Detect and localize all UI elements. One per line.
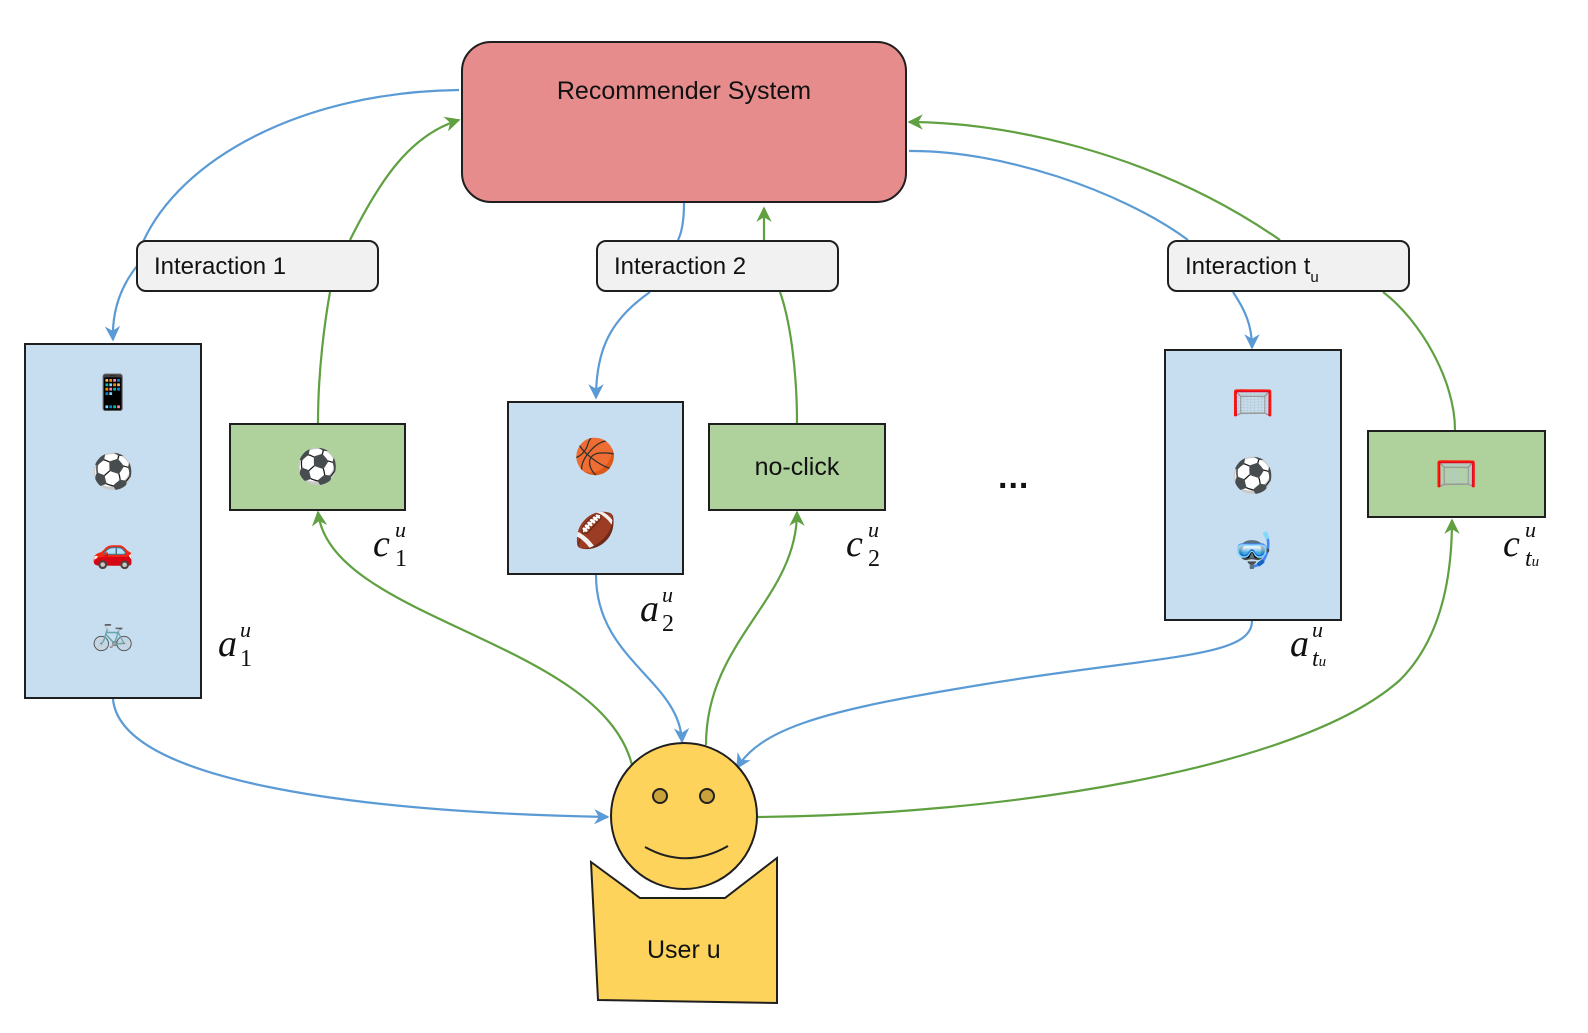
- user-label: User u: [647, 936, 721, 964]
- click-c1-label: cu1: [373, 517, 407, 572]
- american-football-icon: 🏈: [574, 511, 617, 551]
- recommend-arrow-1: [113, 88, 460, 340]
- slate-to-user-tu: [736, 620, 1254, 770]
- slate-to-user-1: [111, 698, 610, 825]
- click-ctu-label: c u tu: [1503, 517, 1540, 572]
- goal-net-icon: 🥅: [1435, 454, 1478, 494]
- click-c1: ⚽: [229, 423, 406, 511]
- interaction-1-label: Interaction 1: [136, 240, 379, 292]
- interaction-1-text: Interaction 1: [154, 253, 287, 280]
- recommender-system-box: Recommender System: [461, 41, 907, 203]
- interaction-tu-subscript: u: [1310, 269, 1319, 286]
- no-click-text: no-click: [754, 452, 840, 481]
- basketball-icon: 🏀: [574, 437, 617, 477]
- slate-atu-label: a u tu: [1290, 617, 1327, 672]
- interaction-tu-label: Interaction tu: [1167, 240, 1410, 292]
- click-ctu: 🥅: [1367, 430, 1546, 518]
- click-c2-label: cu2: [846, 517, 880, 572]
- click-c2: no-click: [708, 423, 886, 511]
- interaction-2-label: Interaction 2: [596, 240, 839, 292]
- goal-net-icon: 🥅: [1231, 383, 1275, 423]
- user-eye-right: [699, 788, 715, 804]
- user-to-click-2: [704, 510, 805, 746]
- recommend-arrow-2: [596, 202, 686, 398]
- slate-a2-label: au2: [640, 582, 674, 637]
- ellipsis: ...: [998, 458, 1030, 496]
- slate-atu: 🥅 ⚽ 🤿: [1164, 349, 1342, 621]
- soccer-ball-icon: ⚽: [296, 447, 339, 487]
- soccer-ball-icon: ⚽: [1231, 456, 1275, 496]
- user-eye-left: [652, 788, 668, 804]
- slate-a1-label: au1: [218, 617, 252, 672]
- soccer-ball-icon: ⚽: [91, 452, 135, 492]
- feedback-arrow-2b: [778, 291, 799, 424]
- slate-a1: 📱 ⚽ 🚗 🚲: [24, 343, 202, 699]
- interaction-2-text: Interaction 2: [614, 253, 747, 280]
- diving-mask-icon: 🤿: [1231, 531, 1275, 571]
- slate-a2: 🏀 🏈: [507, 401, 684, 575]
- mobile-phone-icon: 📱: [91, 373, 135, 413]
- bicycle-icon: 🚲: [91, 613, 135, 653]
- user-head: [610, 742, 758, 890]
- car-icon: 🚗: [91, 531, 135, 571]
- interaction-tu-text: Interaction t: [1185, 253, 1311, 280]
- recommender-system-label: Recommender System: [556, 77, 812, 105]
